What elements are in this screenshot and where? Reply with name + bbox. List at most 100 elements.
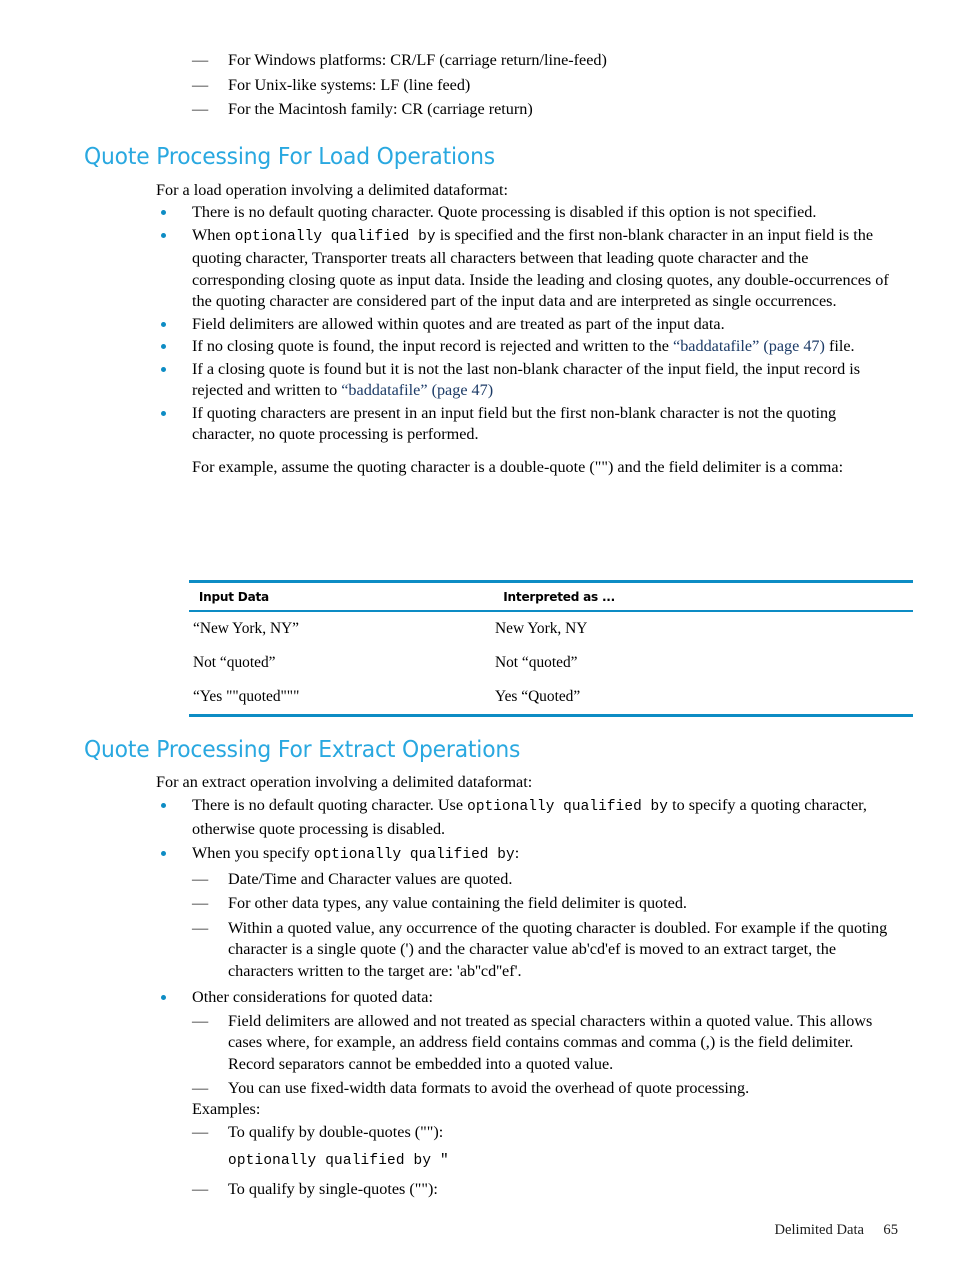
list-item: There is no default quoting character. Q… xyxy=(156,202,901,224)
list-item: — For Windows platforms: CR/LF (carriage… xyxy=(192,50,892,72)
list-item-text: Within a quoted value, any occurrence of… xyxy=(228,918,888,980)
list-item-text-tail: file. xyxy=(824,337,855,355)
column-header-interpreted-as: Interpreted as ... xyxy=(499,580,905,612)
list-item: — For the Macintosh family: CR (carriage… xyxy=(192,99,892,121)
list-item: Field delimiters are allowed within quot… xyxy=(156,314,901,336)
list-item-text: Field delimiters are allowed within quot… xyxy=(192,314,725,333)
bullet-dot-icon xyxy=(161,232,166,238)
dash-list: — For Windows platforms: CR/LF (carriage… xyxy=(192,50,892,121)
list-item: — Within a quoted value, any occurrence … xyxy=(192,918,904,983)
sub-dash-list: — Date/Time and Character values are quo… xyxy=(192,869,904,983)
bullet-dot-icon xyxy=(161,995,166,1000)
document-page: — For Windows platforms: CR/LF (carriage… xyxy=(0,0,954,1271)
list-item: — Date/Time and Character values are quo… xyxy=(192,869,904,891)
section-heading-load: Quote Processing For Load Operations xyxy=(84,142,884,170)
cross-reference-page-link[interactable]: (page 47) xyxy=(432,381,494,399)
list-item: — Field delimiters are allowed and not t… xyxy=(192,1011,904,1076)
dash-marker-icon: — xyxy=(192,894,209,912)
sub-dash-list: — Field delimiters are allowed and not t… xyxy=(192,1011,904,1100)
list-item: — For other data types, any value contai… xyxy=(192,893,904,915)
bullet-dot-icon xyxy=(161,344,166,349)
list-item: — You can use fixed-width data formats t… xyxy=(192,1078,904,1100)
code-example: optionally qualified by " xyxy=(228,1152,449,1169)
table-header-row: Input Data Interpreted as ... xyxy=(189,580,913,612)
list-item: Other considerations for quoted data: — … xyxy=(156,987,904,1100)
cross-reference-link[interactable]: “baddatafile” xyxy=(341,381,427,399)
dash-marker-icon: — xyxy=(192,1180,209,1198)
table-row: “New York, NY” New York, NY xyxy=(189,611,913,646)
list-item: If a closing quote is found but it is no… xyxy=(156,359,901,402)
bullet-dot-icon xyxy=(161,321,166,327)
list-item: — To qualify by single-quotes (""): xyxy=(192,1179,892,1201)
list-item-text: There is no default quoting character. Q… xyxy=(192,203,817,221)
list-item-text: To qualify by single-quotes (""): xyxy=(228,1180,438,1198)
table-header: Input Data Interpreted as ... xyxy=(189,580,913,612)
list-item-text-lead: If a closing quote is found but it is no… xyxy=(192,359,861,400)
example-table: Input Data Interpreted as ... “New York,… xyxy=(189,580,913,717)
list-item-text: Field delimiters are allowed and not tre… xyxy=(228,1011,873,1073)
list-item: — To qualify by double-quotes (""): opti… xyxy=(192,1122,892,1172)
record-separator-list: — For Windows platforms: CR/LF (carriage… xyxy=(192,50,892,124)
dash-marker-icon: — xyxy=(192,869,209,888)
list-item-text: For the Macintosh family: CR (carriage r… xyxy=(228,100,533,118)
footer-page-number: 65 xyxy=(883,1222,898,1238)
code-keyword: optionally qualified by xyxy=(467,799,669,815)
page-title-load: Quote Processing For Load Operations xyxy=(84,142,495,170)
list-item-text: For Unix-like systems: LF (line feed) xyxy=(228,75,471,94)
examples-label: Examples: xyxy=(192,1100,261,1118)
footer-section-name: Delimited Data xyxy=(774,1222,864,1238)
code-keyword: optionally qualified by xyxy=(234,228,436,245)
list-item-text-lead: There is no default quoting character. U… xyxy=(192,796,468,814)
bullet-list: There is no default quoting character. U… xyxy=(156,795,904,1100)
section-heading-extract: Quote Processing For Extract Operations xyxy=(84,735,884,763)
dash-marker-icon: — xyxy=(192,1011,209,1030)
cross-reference-link[interactable]: “baddatafile” xyxy=(673,337,759,355)
table-row: Not “quoted” Not “quoted” xyxy=(189,646,913,680)
dash-marker-icon: — xyxy=(192,75,209,94)
list-item-text: Other considerations for quoted data: xyxy=(192,988,433,1006)
cell-interpreted-as: Yes “Quoted” xyxy=(491,680,913,717)
example-table-wrapper: Input Data Interpreted as ... “New York,… xyxy=(189,580,913,717)
cell-interpreted-as: Not “quoted” xyxy=(495,654,578,671)
dash-marker-icon: — xyxy=(192,1079,209,1097)
list-item: When optionally qualified by is specifie… xyxy=(156,225,901,313)
column-header-input-data: Input Data xyxy=(195,580,485,612)
list-item-text: For Windows platforms: CR/LF (carriage r… xyxy=(228,51,607,69)
dash-marker-icon: — xyxy=(192,100,209,118)
cell-input-data: “New York, NY” xyxy=(193,620,300,637)
bullet-dot-icon xyxy=(161,366,166,372)
list-item-text-lead: When xyxy=(192,225,235,244)
dash-marker-icon: — xyxy=(192,1123,209,1141)
list-item-text: You can use fixed-width data formats to … xyxy=(228,1079,750,1097)
page-title-extract: Quote Processing For Extract Operations xyxy=(84,735,521,763)
cell-input-data: “Yes ""quoted""" xyxy=(189,680,491,717)
list-item-text: If quoting characters are present in an … xyxy=(192,403,837,444)
dash-marker-icon: — xyxy=(192,51,209,69)
list-item-text-lead: If no closing quote is found, the input … xyxy=(192,337,674,355)
list-item-text: For other data types, any value containi… xyxy=(228,894,687,912)
bullet-dot-icon xyxy=(161,851,166,856)
dash-marker-icon: — xyxy=(192,918,209,937)
list-item: If quoting characters are present in an … xyxy=(156,403,901,479)
bullet-dot-icon xyxy=(161,410,166,416)
bullet-dot-icon xyxy=(161,210,166,215)
cross-reference-page-link[interactable]: (page 47) xyxy=(763,337,825,355)
table-row: “Yes ""quoted""" Yes “Quoted” xyxy=(189,680,913,717)
cell-input-data: Not “quoted” xyxy=(193,654,276,671)
examples-list: — To qualify by double-quotes (""): opti… xyxy=(192,1122,892,1204)
extract-intro-paragraph: For an extract operation involving a del… xyxy=(156,773,533,791)
cell-interpreted-as: New York, NY xyxy=(495,620,588,637)
extract-bullet-list: There is no default quoting character. U… xyxy=(156,795,904,1103)
list-item-text-tail: : xyxy=(514,844,520,862)
page-footer: Delimited Data 65 xyxy=(0,1222,954,1239)
example-note: For example, assume the quoting characte… xyxy=(192,457,844,476)
load-intro-paragraph: For a load operation involving a delimit… xyxy=(156,181,508,199)
list-item-text: To qualify by double-quotes (""): xyxy=(228,1123,444,1141)
list-item-text-lead: When you specify xyxy=(192,844,314,862)
bullet-dot-icon xyxy=(161,803,166,808)
list-item: When you specify optionally qualified by… xyxy=(156,843,904,982)
bullet-list: There is no default quoting character. Q… xyxy=(156,202,901,478)
code-keyword: optionally qualified by xyxy=(313,847,515,863)
dash-list: — To qualify by double-quotes (""): opti… xyxy=(192,1122,892,1201)
list-item: — For Unix-like systems: LF (line feed) xyxy=(192,75,892,97)
